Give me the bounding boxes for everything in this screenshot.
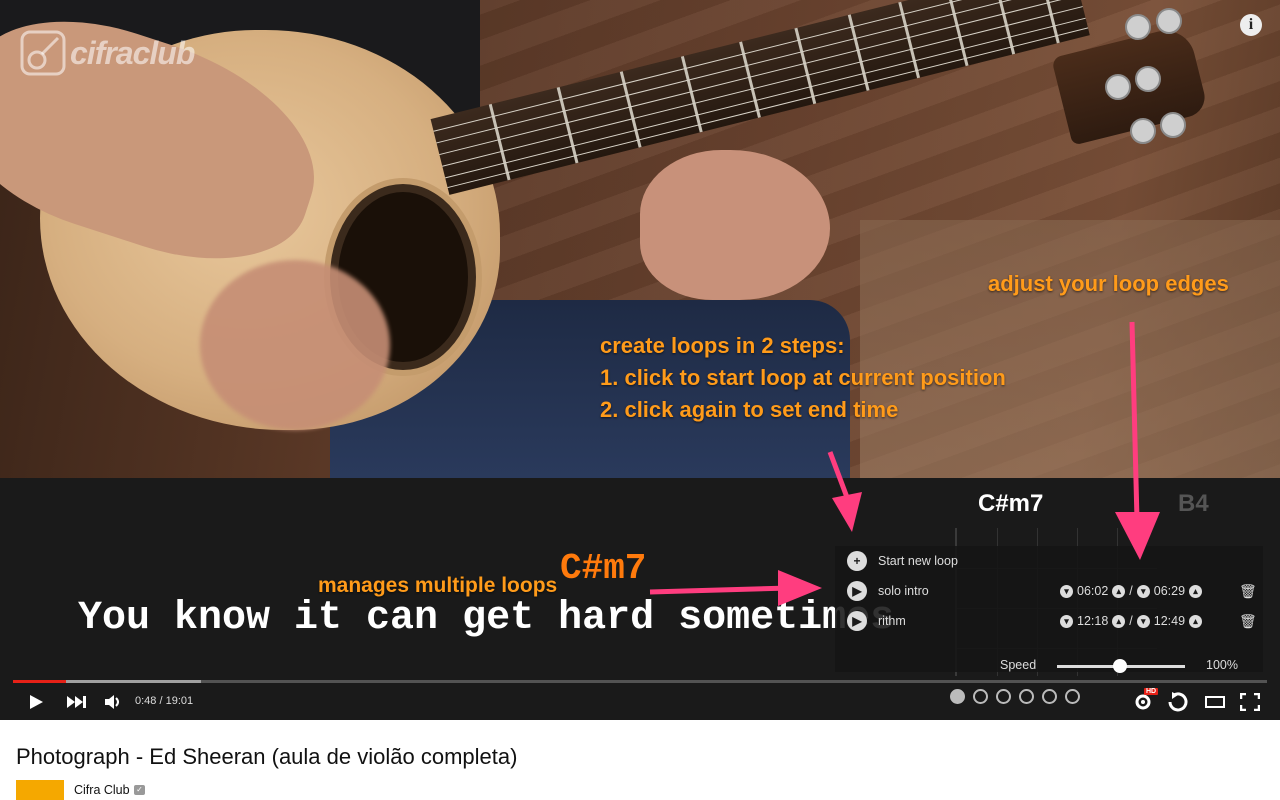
- video-player[interactable]: cifraclub i adjust your loop edges creat…: [0, 0, 1280, 720]
- fullscreen-icon[interactable]: [1240, 693, 1260, 711]
- slide-dot[interactable]: [973, 689, 988, 704]
- time-display: 0:48 / 19:01: [135, 695, 194, 707]
- slide-dot[interactable]: [1019, 689, 1034, 704]
- loop-icon[interactable]: [1166, 692, 1190, 712]
- video-title: Photograph - Ed Sheeran (aula de violão …: [16, 744, 518, 769]
- channel-avatar[interactable]: [16, 780, 64, 800]
- settings-icon[interactable]: [1133, 692, 1153, 712]
- hd-badge: HD: [1144, 688, 1159, 695]
- verified-icon: ✓: [134, 785, 145, 795]
- volume-icon[interactable]: [105, 694, 123, 710]
- next-icon[interactable]: [67, 696, 87, 708]
- theater-mode-icon[interactable]: [1205, 696, 1225, 708]
- slide-dot[interactable]: [950, 689, 965, 704]
- slide-dot[interactable]: [1042, 689, 1057, 704]
- player-controls: 0:48 / 19:01 HD: [0, 684, 1280, 720]
- played-bar: [13, 680, 66, 683]
- annotation-arrows: [649, 321, 1160, 606]
- slide-dot[interactable]: [1065, 689, 1080, 704]
- progress-bar[interactable]: [13, 680, 1267, 683]
- channel-name[interactable]: Cifra Club: [74, 783, 130, 797]
- slide-dot[interactable]: [996, 689, 1011, 704]
- play-icon[interactable]: [28, 694, 44, 710]
